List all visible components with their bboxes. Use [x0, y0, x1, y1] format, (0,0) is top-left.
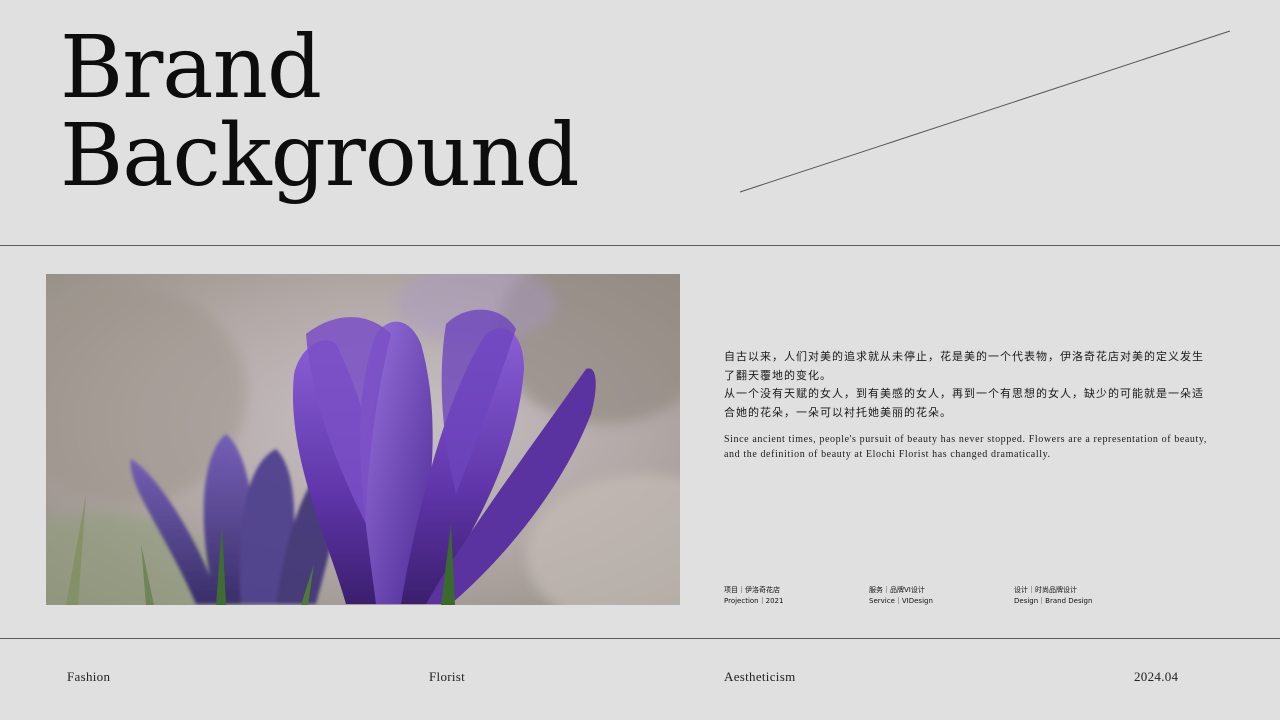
title-line-1: Brand [60, 18, 322, 118]
meta-project: 项目｜伊洛奇花店 Projection｜2021 [724, 585, 783, 607]
meta-design-en: Design｜Brand Design [1014, 597, 1093, 605]
chinese-paragraph-2: 从一个没有天赋的女人，到有美感的女人，再到一个有思想的女人，缺少的可能就是一朵适… [724, 387, 1204, 419]
bottom-divider [0, 638, 1280, 639]
page-title: Brand Background [60, 18, 580, 206]
meta-service-en: Service｜VIDesign [869, 597, 933, 605]
footer-fashion: Fashion [67, 669, 111, 684]
chinese-description: 自古以来，人们对美的追求就从未停止，花是美的一个代表物，伊洛奇花店对美的定义发生… [724, 348, 1214, 422]
meta-design-cn: 设计｜时尚品牌设计 [1014, 586, 1077, 594]
crocus-photo [46, 274, 680, 605]
meta-design: 设计｜时尚品牌设计 Design｜Brand Design [1014, 585, 1092, 607]
footer-date: 2024.04 [1134, 669, 1179, 684]
diagonal-line-decoration [739, 30, 1231, 193]
english-description: Since ancient times, people's pursuit of… [724, 434, 1207, 460]
meta-service: 服务｜品牌VI设计 Service｜VIDesign [869, 585, 933, 607]
top-divider [0, 245, 1280, 246]
footer-florist: Florist [429, 669, 466, 684]
title-line-2: Background [60, 106, 580, 206]
meta-project-en: Projection｜2021 [724, 597, 784, 605]
meta-service-cn: 服务｜品牌VI设计 [869, 586, 925, 594]
chinese-paragraph-1: 自古以来，人们对美的追求就从未停止，花是美的一个代表物，伊洛奇花店对美的定义发生… [724, 350, 1204, 382]
meta-project-cn: 项目｜伊洛奇花店 [724, 586, 780, 594]
footer-aestheticism: Aestheticism [724, 669, 796, 684]
